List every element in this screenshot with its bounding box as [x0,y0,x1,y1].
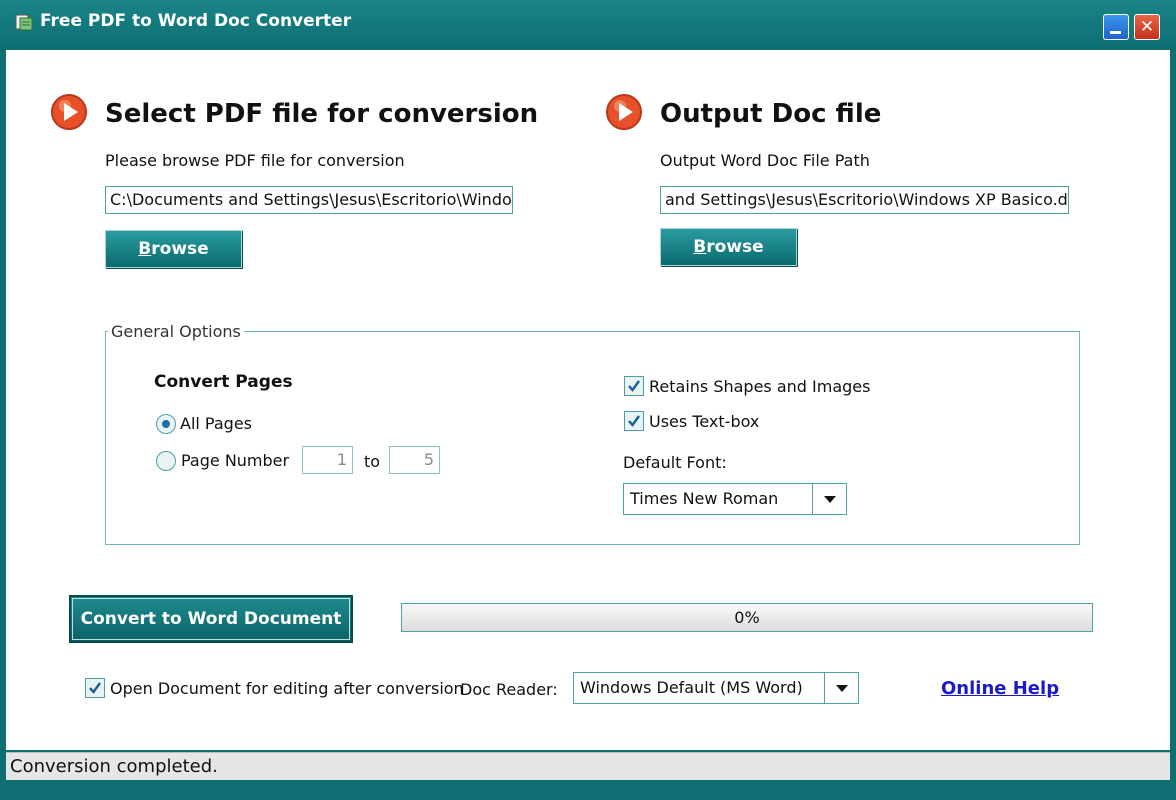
output-label: Output Word Doc File Path [660,151,870,170]
doc-reader-label: Doc Reader: [460,680,558,699]
uses-textbox-label: Uses Text-box [649,412,760,431]
play-arrow-icon [606,94,642,130]
doc-reader-value: Windows Default (MS Word) [580,678,803,697]
uses-textbox-checkbox[interactable] [624,411,644,431]
browse-input-button[interactable]: Browse [105,230,242,268]
status-bar: Conversion completed. [6,752,1170,780]
all-pages-radio[interactable] [156,414,176,434]
page-number-label: Page Number [181,451,290,470]
default-font-select[interactable]: Times New Roman [623,483,847,515]
checkmark-icon [89,682,101,694]
convert-button[interactable]: Convert to Word Document [69,595,353,643]
close-icon: ✕ [1139,17,1155,37]
app-icon [15,14,33,31]
title-bar: Free PDF to Word Doc Converter ✕ [0,0,1176,50]
window-bottom-frame [0,780,1176,800]
input-heading: Select PDF file for conversion [105,99,539,129]
minimize-button[interactable] [1103,14,1129,40]
status-text: Conversion completed. [10,756,218,777]
input-path-field[interactable]: C:\Documents and Settings\Jesus\Escritor… [105,186,513,214]
window-title: Free PDF to Word Doc Converter [40,11,352,31]
page-from-field[interactable]: 1 [302,446,353,474]
chevron-down-icon[interactable] [812,484,846,514]
main-panel: Select PDF file for conversion Please br… [6,50,1170,780]
checkmark-icon [628,380,640,392]
to-label: to [364,452,381,471]
browse-output-accesskey: B [693,237,707,257]
online-help-link[interactable]: Online Help [941,678,1059,699]
output-path-field[interactable]: and Settings\Jesus\Escritorio\Windows XP… [660,186,1069,214]
default-font-label: Default Font: [623,453,727,472]
output-heading: Output Doc file [660,99,882,129]
browse-input-accesskey: B [138,239,152,259]
general-options-group [105,331,1080,545]
convert-pages-title: Convert Pages [154,372,293,392]
browse-output-button[interactable]: Browse [660,228,797,266]
chevron-down-icon[interactable] [824,673,858,703]
input-label: Please browse PDF file for conversion [105,151,405,170]
browse-input-label: rowse [151,239,209,259]
progress-bar: 0% [401,603,1093,632]
play-arrow-icon [51,94,87,130]
all-pages-label: All Pages [180,414,252,433]
progress-text: 0% [734,608,760,627]
open-document-checkbox[interactable] [85,678,105,698]
default-font-value: Times New Roman [630,489,779,508]
general-options-legend: General Options [108,322,244,341]
doc-reader-select[interactable]: Windows Default (MS Word) [573,672,859,704]
page-to-field[interactable]: 5 [389,446,440,474]
retain-shapes-checkbox[interactable] [624,376,644,396]
open-document-label: Open Document for editing after conversi… [110,679,464,698]
close-button[interactable]: ✕ [1134,14,1160,40]
checkmark-icon [628,415,640,427]
page-number-radio[interactable] [156,451,176,471]
retain-shapes-label: Retains Shapes and Images [649,377,871,396]
browse-output-label: rowse [706,237,764,257]
